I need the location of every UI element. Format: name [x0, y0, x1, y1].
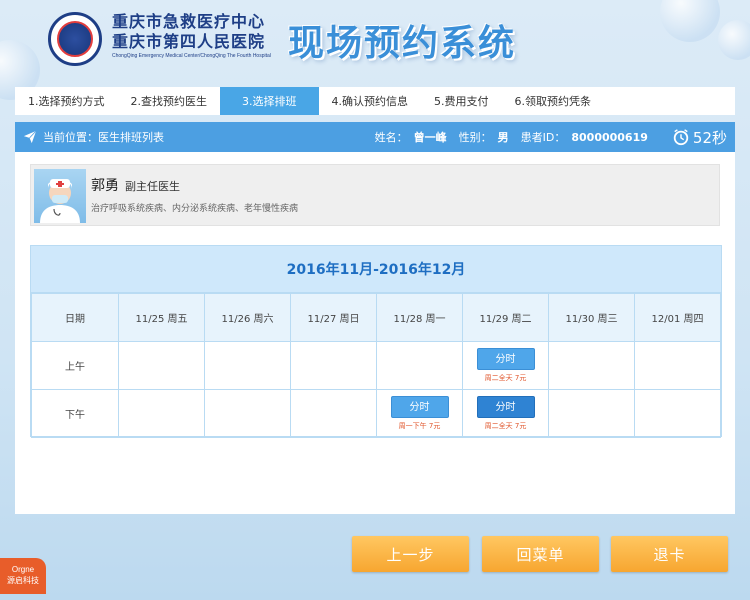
content-panel: 郭勇 副主任医生 治疗呼吸系统疾病、内分泌系统疾病、老年慢性疾病 2016年11月… [15, 152, 735, 514]
step-progress: 1.选择预约方式 2.查找预约医生 3.选择排班 4.确认预约信息 5.费用支付… [15, 87, 735, 115]
schedule-grid: 日期 11/25 周五 11/26 周六 11/27 周日 11/28 周一 1… [31, 293, 721, 438]
patient-name: 姓名： 曾一峰 [374, 131, 447, 144]
date-col-6: 11/30 周三 [548, 293, 635, 342]
slot-cell: 分时 周二全天 7元 [462, 389, 549, 438]
slot-cell [548, 389, 635, 438]
schedule-header-row: 日期 11/25 周五 11/26 周六 11/27 周日 11/28 周一 1… [31, 293, 721, 342]
timeslot-note: 周二全天 7元 [484, 422, 527, 430]
header: 重庆市急救医疗中心 重庆市第四人民医院 ChongQing Emergency … [0, 0, 750, 100]
afternoon-label: 下午 [31, 389, 119, 438]
doctor-name-line: 郭勇 副主任医生 [91, 175, 180, 195]
timeslot-button-mon-pm[interactable]: 分时 [390, 396, 449, 418]
slot-cell [634, 341, 721, 390]
schedule-range-title: 2016年11月-2016年12月 [31, 246, 721, 293]
slot-cell [204, 341, 291, 390]
slot-cell [290, 389, 377, 438]
step-2[interactable]: 2.查找预约医生 [118, 87, 221, 115]
slot-cell [204, 389, 291, 438]
brand-badge: Orgne 源启科技 [0, 558, 46, 594]
hospital-name: 重庆市急救医疗中心 重庆市第四人民医院 [112, 12, 265, 52]
date-col-5: 11/29 周二 [462, 293, 549, 342]
brand-name-cn: 源启科技 [7, 576, 39, 585]
date-col-3: 11/27 周日 [290, 293, 377, 342]
system-title: 现场预约系统 [288, 22, 517, 64]
doctor-card: 郭勇 副主任医生 治疗呼吸系统疾病、内分泌系统疾病、老年慢性疾病 [30, 164, 720, 226]
location-value: 医生排班列表 [98, 131, 164, 144]
slot-cell: 分时 周二全天 7元 [462, 341, 549, 390]
alarm-clock-icon [673, 129, 689, 146]
info-bar: 当前位置： 医生排班列表 姓名： 曾一峰 性别：男 患者ID： 8000000619… [15, 122, 735, 152]
date-header: 日期 [31, 293, 119, 342]
hospital-name-line2: 重庆市第四人民医院 [112, 32, 266, 51]
eject-card-button[interactable]: 退卡 [611, 536, 728, 572]
decor-bubble [660, 0, 720, 42]
slot-cell [548, 341, 635, 390]
date-col-7: 12/01 周四 [634, 293, 721, 342]
slot-cell [376, 341, 463, 390]
doctor-specialty: 治疗呼吸系统疾病、内分泌系统疾病、老年慢性疾病 [91, 204, 299, 214]
patient-id: 患者ID： 8000000619 [520, 131, 648, 144]
slot-cell [634, 389, 721, 438]
slot-cell: 分时 周一下午 7元 [376, 389, 463, 438]
location-label: 当前位置： [43, 131, 98, 144]
timeslot-button-tue-am[interactable]: 分时 [476, 348, 535, 370]
hospital-name-line1: 重庆市急救医疗中心 [112, 12, 266, 31]
doctor-name: 郭勇 [91, 178, 119, 194]
slot-cell [118, 341, 205, 390]
afternoon-row: 下午 分时 周一下午 7元 分时 周二全天 7元 [31, 389, 721, 438]
doctor-avatar-icon [40, 179, 80, 223]
hospital-name-en: ChongQing Emergency Medical Center/Chong… [112, 53, 271, 59]
step-4[interactable]: 4.确认预约信息 [319, 87, 422, 115]
patient-gender: 性别：男 [458, 131, 509, 144]
step-1[interactable]: 1.选择预约方式 [15, 87, 118, 115]
date-col-2: 11/26 周六 [204, 293, 291, 342]
schedule-table: 2016年11月-2016年12月 日期 11/25 周五 11/26 周六 1… [30, 245, 722, 438]
slot-cell [290, 341, 377, 390]
doctor-title: 副主任医生 [125, 180, 180, 193]
countdown-timer: 52秒 [672, 127, 727, 148]
date-col-1: 11/25 周五 [118, 293, 205, 342]
morning-row: 上午 分时 周二全天 7元 [31, 341, 721, 390]
timeslot-button-tue-pm[interactable]: 分时 [476, 396, 535, 418]
timeslot-note: 周二全天 7元 [484, 374, 527, 382]
step-5[interactable]: 5.费用支付 [421, 87, 502, 115]
hospital-logo [48, 12, 102, 66]
morning-label: 上午 [31, 341, 119, 390]
decor-bubble [718, 20, 750, 60]
prev-step-button[interactable]: 上一步 [352, 536, 469, 572]
doctor-avatar [34, 169, 86, 223]
date-col-4: 11/28 周一 [376, 293, 463, 342]
timeslot-note: 周一下午 7元 [398, 422, 441, 430]
step-6[interactable]: 6.领取预约凭条 [502, 87, 605, 115]
back-to-menu-button[interactable]: 回菜单 [482, 536, 599, 572]
paper-plane-icon [23, 130, 37, 144]
step-3-active[interactable]: 3.选择排班 [220, 87, 319, 115]
countdown-value: 52秒 [692, 128, 727, 147]
brand-name-en: Orgne [11, 565, 35, 574]
slot-cell [118, 389, 205, 438]
